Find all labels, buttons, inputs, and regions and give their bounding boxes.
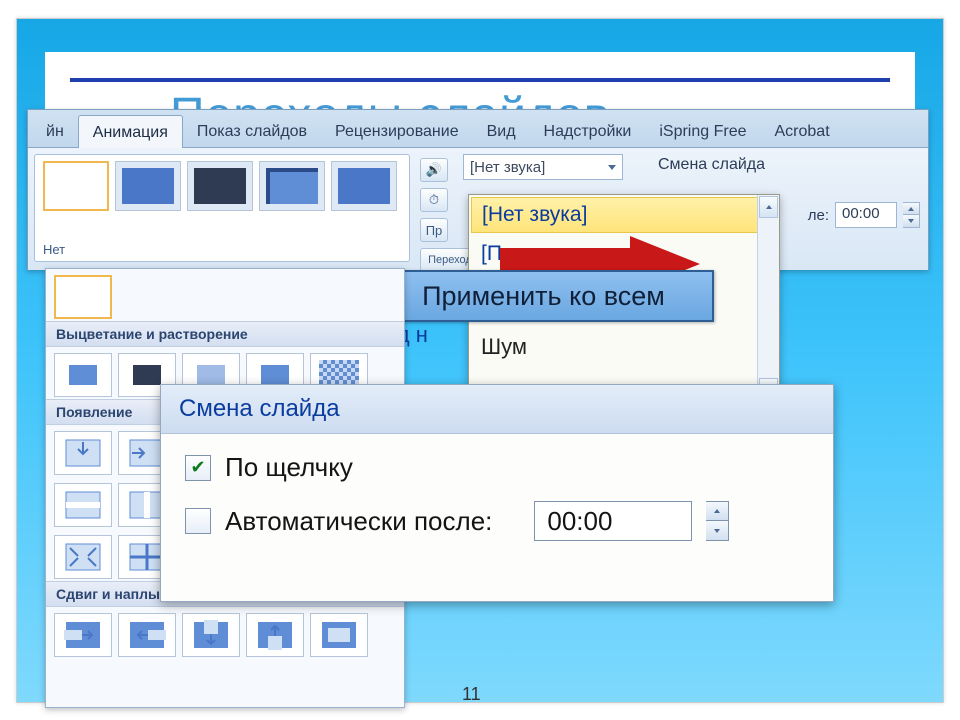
slide-divider xyxy=(70,78,890,82)
tab-animation[interactable]: Анимация xyxy=(78,115,183,148)
transition-thumb[interactable] xyxy=(115,161,181,211)
after-label-suffix: ле: xyxy=(808,207,829,224)
apply-to-all-callout: Применить ко всем xyxy=(373,270,714,322)
gallery-thumb[interactable] xyxy=(54,535,112,579)
gallery-thumb[interactable] xyxy=(118,613,176,657)
transition-thumb[interactable] xyxy=(187,161,253,211)
gallery-thumb[interactable] xyxy=(54,483,112,527)
chevron-down-icon xyxy=(908,219,914,223)
gallery-section-fade: Выцветание и растворение xyxy=(46,321,404,347)
transition-thumb[interactable] xyxy=(259,161,325,211)
transition-gallery[interactable]: Нет xyxy=(34,154,410,262)
advance-time-field-small[interactable]: 00:00 xyxy=(835,202,897,228)
gallery-thumb[interactable] xyxy=(310,613,368,657)
gallery-thumb-none[interactable] xyxy=(54,275,112,319)
time-spinner-small[interactable] xyxy=(903,202,920,228)
transition-none-label: Нет xyxy=(43,242,65,257)
chevron-up-icon xyxy=(766,205,772,209)
tab-acrobat[interactable]: Acrobat xyxy=(761,115,844,147)
preview-icon[interactable]: 🔊 xyxy=(420,158,448,182)
tab-ispring[interactable]: iSpring Free xyxy=(645,115,760,147)
auto-after-label: Автоматически после: xyxy=(225,506,492,537)
tab-slideshow[interactable]: Показ слайдов xyxy=(183,115,321,147)
transition-speed-icon[interactable]: ⏱ xyxy=(420,188,448,212)
chevron-down-icon xyxy=(608,165,616,170)
gallery-thumb[interactable] xyxy=(182,613,240,657)
gallery-thumb[interactable] xyxy=(54,353,112,397)
chevron-up-icon xyxy=(714,509,720,513)
sound-option-none[interactable]: [Нет звука] xyxy=(471,197,777,233)
gallery-thumb[interactable] xyxy=(54,431,112,475)
slide-page-number: 11 xyxy=(462,684,481,705)
gallery-thumb[interactable] xyxy=(246,613,304,657)
on-click-checkbox[interactable]: ✔ xyxy=(185,455,211,481)
advance-slide-title: Смена слайда xyxy=(161,385,833,434)
on-click-label: По щелчку xyxy=(225,452,353,483)
mini-pr-label: Пр xyxy=(426,223,443,238)
transition-none-thumb[interactable] xyxy=(43,161,109,211)
tab-review[interactable]: Рецензирование xyxy=(321,115,473,147)
sound-combo[interactable]: [Нет звука] xyxy=(463,154,623,180)
chevron-down-icon xyxy=(714,529,720,533)
apply-icon[interactable]: Пр xyxy=(420,218,448,242)
chevron-up-icon xyxy=(908,207,914,211)
advance-slide-section-label: Смена слайда xyxy=(658,156,765,174)
gallery-thumb[interactable] xyxy=(54,613,112,657)
sound-combo-value: [Нет звука] xyxy=(470,159,545,176)
advance-slide-panel: Смена слайда ✔ По щелчку Автоматически п… xyxy=(160,384,834,602)
auto-after-checkbox[interactable] xyxy=(185,508,211,534)
dropdown-scrollbar[interactable] xyxy=(757,195,779,401)
tab-design-cut[interactable]: йн xyxy=(32,115,78,147)
tab-addins[interactable]: Надстройки xyxy=(530,115,646,147)
auto-after-spinner[interactable] xyxy=(706,501,729,541)
tab-view[interactable]: Вид xyxy=(473,115,530,147)
ribbon-tabstrip: йн Анимация Показ слайдов Рецензирование… xyxy=(28,110,928,148)
auto-after-time-field[interactable]: 00:00 xyxy=(534,501,692,541)
sound-option-noise[interactable]: Шум xyxy=(469,327,779,367)
transition-thumb[interactable] xyxy=(331,161,397,211)
